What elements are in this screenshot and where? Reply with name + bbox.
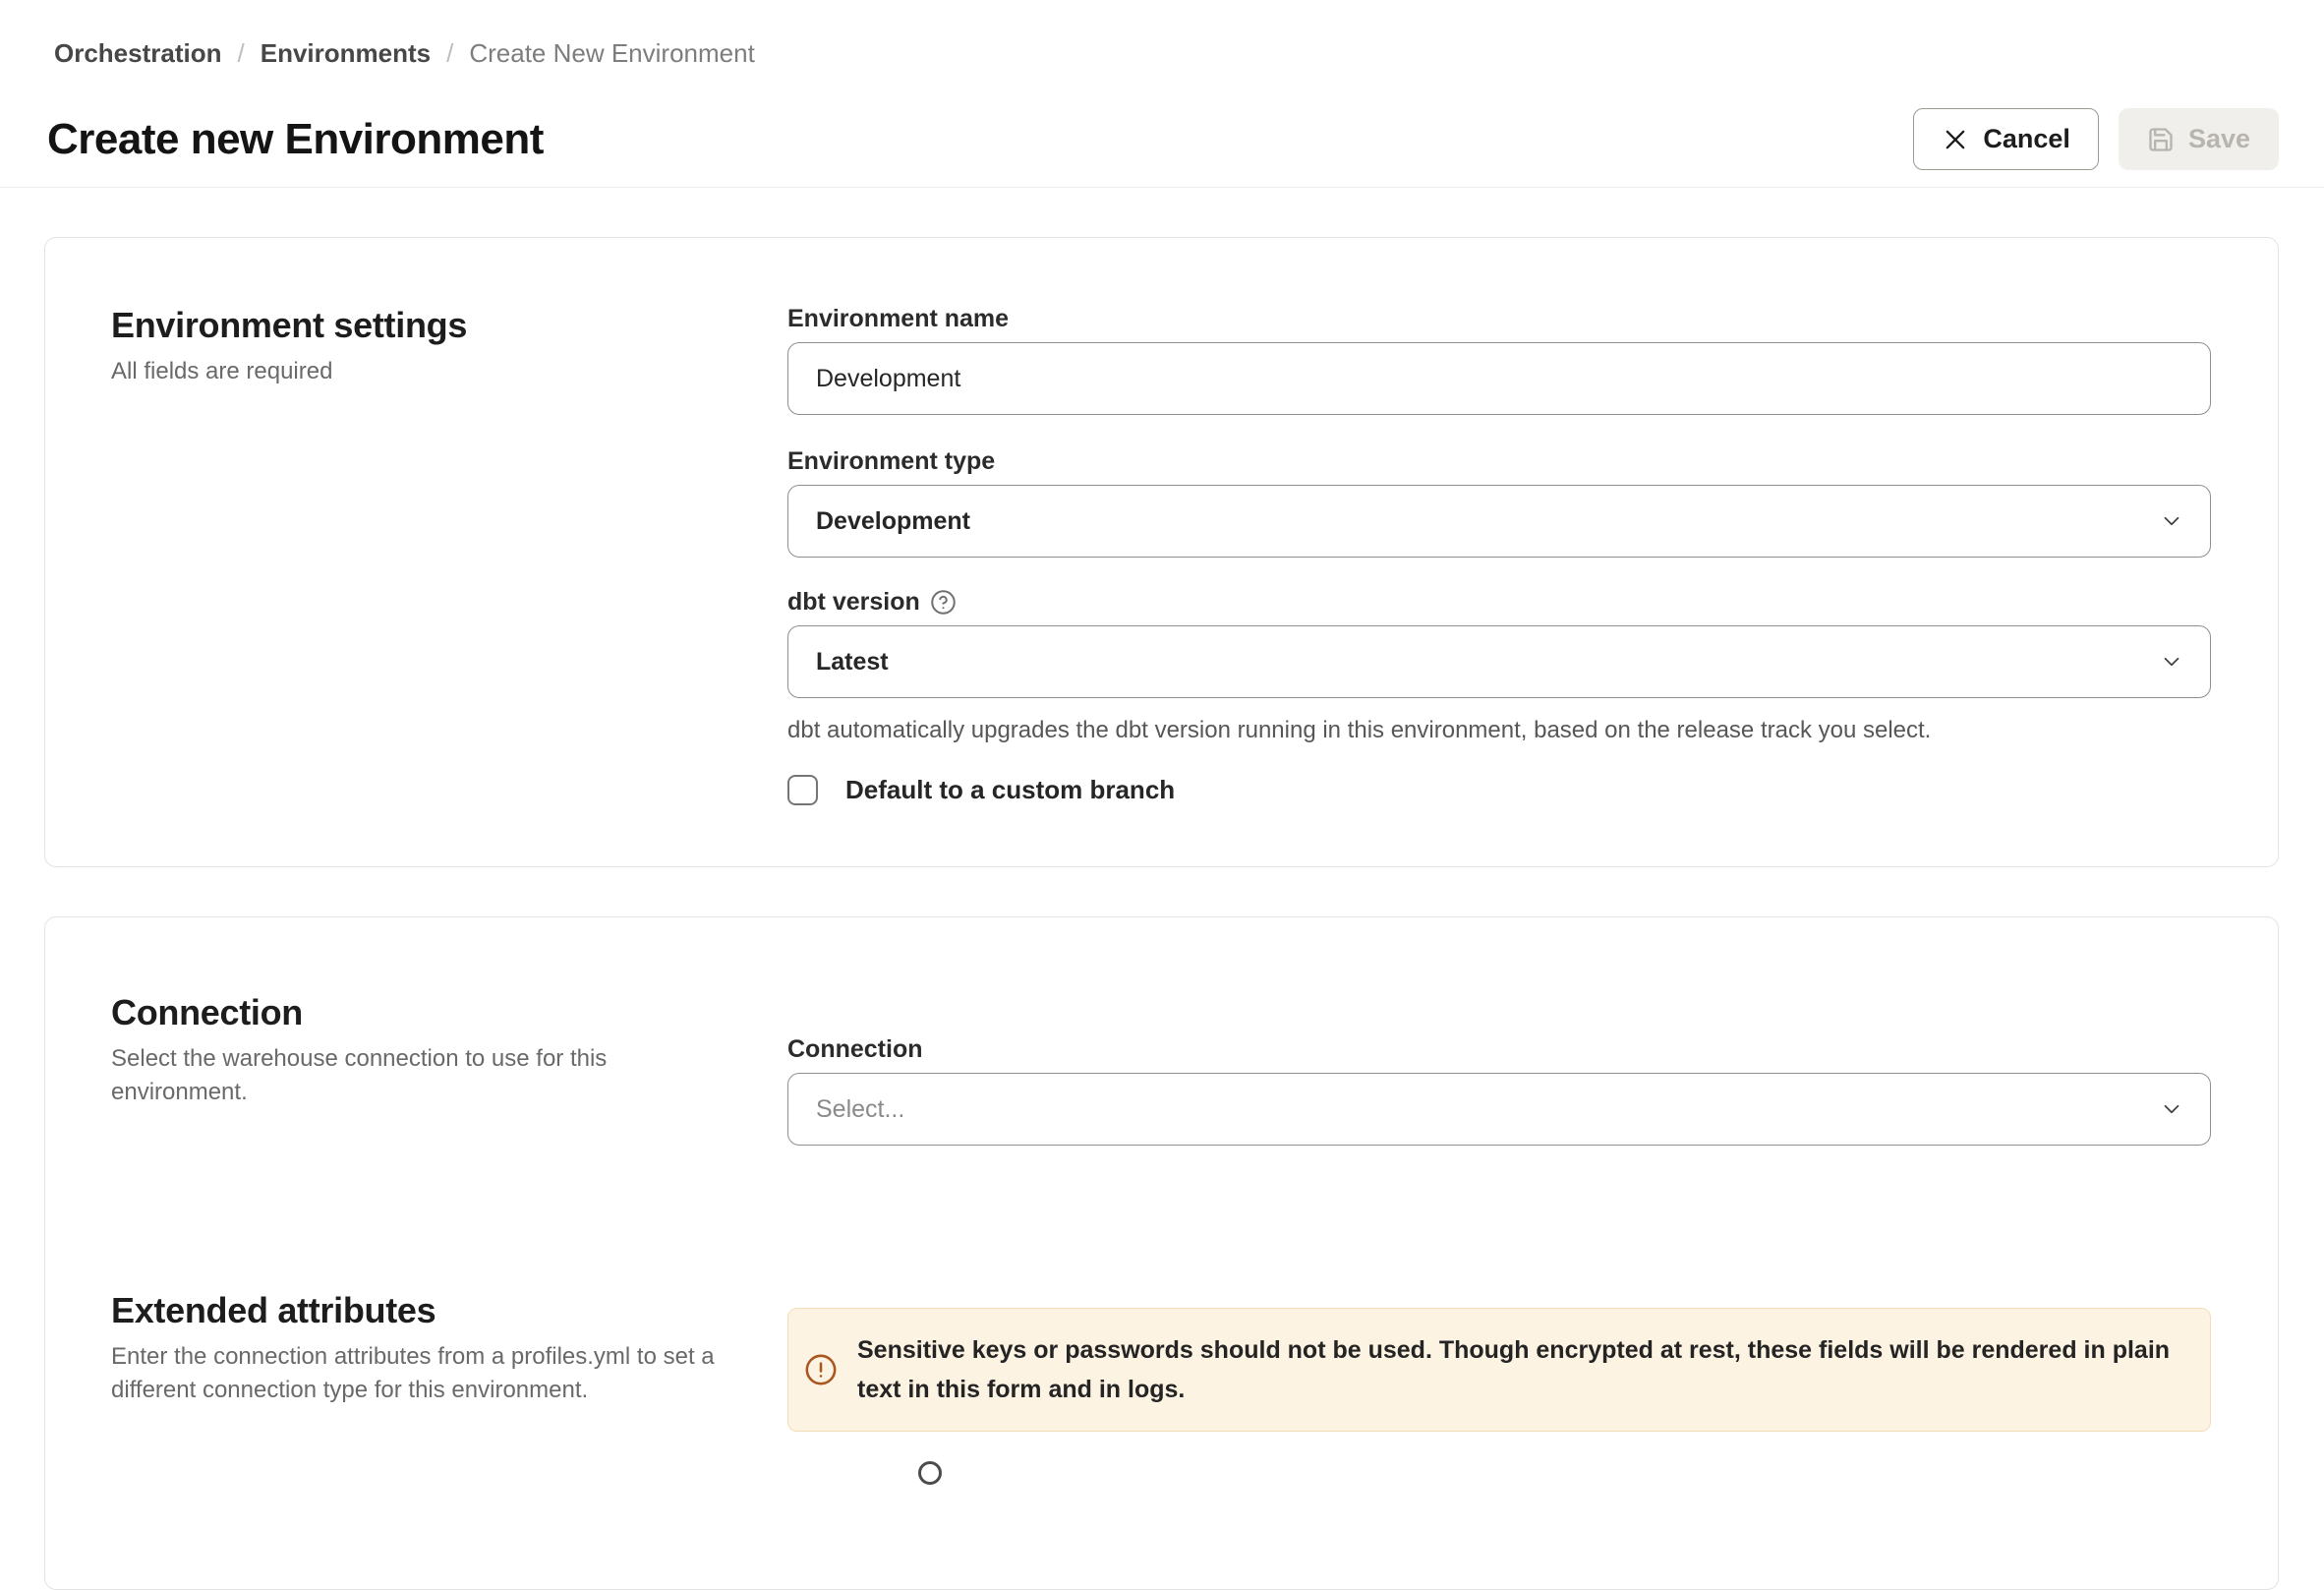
custom-branch-row: Default to a custom branch <box>787 775 2211 805</box>
breadcrumb-separator: / <box>446 37 453 69</box>
breadcrumb: Orchestration / Environments / Create Ne… <box>54 37 2279 69</box>
extended-attributes-heading: Extended attributes <box>111 1289 787 1332</box>
connection-subheading: Select the warehouse connection to use f… <box>111 1042 681 1109</box>
environment-name-input[interactable] <box>787 342 2211 415</box>
extended-attributes-subheading: Enter the connection attributes from a p… <box>111 1340 740 1407</box>
custom-branch-checkbox[interactable] <box>787 775 818 805</box>
connection-card: Connection Select the warehouse connecti… <box>44 916 2279 1590</box>
connection-placeholder: Select... <box>816 1095 904 1124</box>
cancel-button-label: Cancel <box>1983 124 2070 154</box>
environment-type-label: Environment type <box>787 446 2211 476</box>
dbt-version-helper: dbt automatically upgrades the dbt versi… <box>787 716 2211 745</box>
sensitive-keys-warning: Sensitive keys or passwords should not b… <box>787 1308 2211 1432</box>
connection-group: Connection Select... <box>787 1034 2211 1146</box>
alert-circle-icon <box>804 1353 838 1386</box>
breadcrumb-current: Create New Environment <box>469 37 754 69</box>
environment-name-group: Environment name <box>787 304 2211 415</box>
dbt-version-value: Latest <box>816 648 889 677</box>
chevron-down-icon <box>2159 1096 2184 1122</box>
environment-settings-heading: Environment settings <box>111 304 787 347</box>
connection-select[interactable]: Select... <box>787 1073 2211 1146</box>
breadcrumb-orchestration[interactable]: Orchestration <box>54 37 222 69</box>
connection-label: Connection <box>787 1034 2211 1064</box>
environment-type-value: Development <box>816 507 970 536</box>
environment-settings-subheading: All fields are required <box>111 355 787 388</box>
close-icon <box>1942 126 1969 153</box>
dbt-version-select[interactable]: Latest <box>787 625 2211 698</box>
breadcrumb-separator: / <box>238 37 245 69</box>
environment-name-label: Environment name <box>787 304 2211 333</box>
dbt-version-group: dbt version Latest dbt automatically upg… <box>787 587 2211 745</box>
help-icon[interactable] <box>930 589 957 616</box>
custom-branch-label[interactable]: Default to a custom branch <box>845 775 1175 805</box>
warning-text: Sensitive keys or passwords should not b… <box>857 1330 2171 1409</box>
breadcrumb-environments[interactable]: Environments <box>261 37 431 69</box>
environment-type-select[interactable]: Development <box>787 485 2211 558</box>
chevron-down-icon <box>2159 649 2184 675</box>
cut-off-help-icon <box>918 1461 942 1485</box>
header-actions: Cancel Save <box>1913 108 2279 170</box>
cancel-button[interactable]: Cancel <box>1913 108 2099 170</box>
save-button[interactable]: Save <box>2119 108 2279 170</box>
page-header: Orchestration / Environments / Create Ne… <box>0 0 2324 188</box>
save-icon <box>2147 126 2175 153</box>
page-title: Create new Environment <box>47 113 544 166</box>
connection-heading: Connection <box>111 991 787 1034</box>
dbt-version-label: dbt version <box>787 587 920 617</box>
save-button-label: Save <box>2188 124 2250 154</box>
environment-type-group: Environment type Development <box>787 446 2211 558</box>
chevron-down-icon <box>2159 508 2184 534</box>
environment-settings-card: Environment settings All fields are requ… <box>44 237 2279 867</box>
